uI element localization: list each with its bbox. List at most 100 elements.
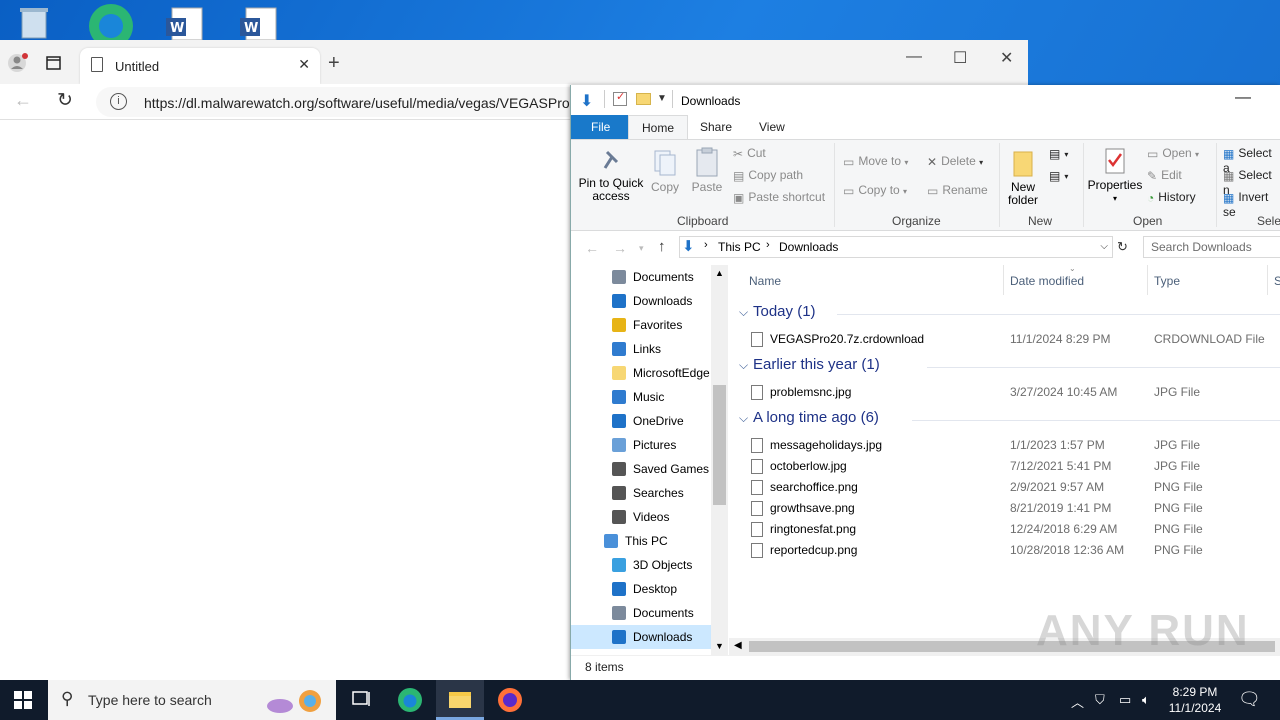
history-button[interactable]: ◔ History: [1147, 190, 1196, 205]
nav-item[interactable]: Saved Games: [571, 457, 711, 481]
tab-home[interactable]: Home: [628, 115, 689, 139]
new-folder-button[interactable]: New folder: [1003, 146, 1045, 207]
nav-scrollbar[interactable]: ▲ ▼: [711, 265, 728, 655]
file-explorer-taskbar-icon[interactable]: [436, 680, 484, 720]
nav-item[interactable]: Videos: [571, 505, 711, 529]
volume-icon[interactable]: 🔈︎: [1142, 692, 1150, 708]
close-tab-icon[interactable]: ✕: [298, 56, 310, 73]
refresh-icon[interactable]: ↻: [57, 89, 73, 112]
collapse-chevron-icon[interactable]: ⌵: [739, 358, 748, 373]
network-icon[interactable]: ▭: [1119, 692, 1131, 708]
url-text[interactable]: https://dl.malwarewatch.org/software/use…: [144, 95, 577, 111]
nav-item[interactable]: MicrosoftEdge: [571, 361, 711, 385]
open-button[interactable]: ▭ Open ▾: [1147, 146, 1199, 161]
address-path[interactable]: ⬇ › This PC › Downloads ⌵: [679, 236, 1113, 258]
file-row[interactable]: VEGASPro20.7z.crdownload 11/1/2024 8:29 P…: [729, 329, 1280, 350]
properties-qat-icon[interactable]: ✓: [613, 91, 627, 106]
column-size[interactable]: S: [1274, 274, 1280, 288]
file-row[interactable]: ringtonesfat.png 12/24/2018 6:29 AM PNG Fi…: [729, 519, 1280, 540]
file-row[interactable]: messageholidays.jpg 1/1/2023 1:57 PM JPG F…: [729, 435, 1280, 456]
copy-to-button[interactable]: ▭ Copy to ▾: [843, 183, 907, 198]
path-chevron-icon[interactable]: ›: [766, 239, 770, 251]
back-icon[interactable]: ←: [14, 90, 32, 111]
minimize-icon[interactable]: —: [906, 48, 922, 66]
rename-button[interactable]: ▭ Rename: [927, 183, 988, 198]
path-chevron-icon[interactable]: ›: [704, 239, 708, 251]
refresh-icon[interactable]: ↻: [1117, 239, 1128, 255]
maximize-icon[interactable]: ☐: [953, 48, 967, 68]
move-to-button[interactable]: ▭ Move to ▾: [843, 154, 908, 169]
search-highlight-icon[interactable]: [262, 686, 326, 719]
edit-button[interactable]: ✎ Edit: [1147, 168, 1182, 183]
show-hidden-icons-icon[interactable]: ︿: [1071, 692, 1084, 711]
new-folder-qat-icon[interactable]: [636, 93, 651, 105]
nav-item[interactable]: 3D Objects: [571, 553, 711, 577]
scroll-up-icon[interactable]: ▲: [715, 268, 724, 278]
easy-access-button[interactable]: ▤ ▾: [1049, 168, 1068, 183]
path-dropdown-icon[interactable]: ⌵: [1100, 241, 1108, 252]
task-view-icon[interactable]: [336, 680, 384, 720]
up-icon[interactable]: ↑: [658, 238, 666, 255]
clock[interactable]: 8:29 PM 11/1/2024: [1163, 684, 1227, 716]
start-windows-icon[interactable]: [14, 691, 32, 712]
properties-button[interactable]: Properties ▾: [1085, 146, 1145, 205]
recent-locations-icon[interactable]: ▾: [639, 243, 644, 254]
notifications-icon[interactable]: 🗨︎: [1238, 689, 1261, 710]
nav-item[interactable]: Documents: [571, 265, 711, 289]
collapse-chevron-icon[interactable]: ⌵: [739, 411, 748, 426]
minimize-icon[interactable]: —: [1235, 89, 1251, 107]
taskbar-search-box[interactable]: ⚲ Type here to search: [48, 680, 336, 720]
tab-share[interactable]: Share: [687, 115, 745, 139]
tab-file[interactable]: File: [571, 115, 628, 139]
nav-item[interactable]: Music: [571, 385, 711, 409]
nav-item[interactable]: Desktop: [571, 577, 711, 601]
close-icon[interactable]: ✕: [1000, 48, 1013, 68]
breadcrumb-this-pc[interactable]: This PC: [718, 240, 761, 254]
word-document-icon[interactable]: W: [236, 0, 286, 41]
collapse-chevron-icon[interactable]: ⌵: [739, 305, 748, 320]
file-row[interactable]: reportedcup.png 10/28/2018 12:36 AM PNG Fi…: [729, 540, 1280, 561]
copy-button[interactable]: Copy: [647, 148, 683, 194]
nav-item[interactable]: Links: [571, 337, 711, 361]
word-document-icon[interactable]: W: [162, 0, 212, 41]
info-icon[interactable]: i: [110, 93, 127, 110]
tab-actions-icon[interactable]: [46, 55, 62, 74]
tab-view[interactable]: View: [746, 115, 798, 139]
nav-scroll-thumb[interactable]: [713, 385, 726, 505]
nav-item[interactable]: Pictures: [571, 433, 711, 457]
back-icon[interactable]: ←: [585, 240, 599, 256]
pin-to-quick-access-button[interactable]: Pin to Quick access: [577, 148, 645, 203]
nav-item[interactable]: Downloads: [571, 625, 711, 649]
file-row[interactable]: octoberlow.jpg 7/12/2021 5:41 PM JPG File: [729, 456, 1280, 477]
scroll-left-icon[interactable]: ◀: [734, 640, 742, 651]
search-input[interactable]: Search Downloads: [1143, 236, 1280, 258]
paste-shortcut-button[interactable]: ▣ Paste shortcut: [733, 190, 825, 205]
column-name[interactable]: Name: [749, 274, 781, 288]
forward-icon[interactable]: →: [613, 240, 627, 256]
new-item-button[interactable]: ▤ ▾: [1049, 146, 1068, 161]
nav-item[interactable]: OneDrive: [571, 409, 711, 433]
nav-item[interactable]: Searches: [571, 481, 711, 505]
file-row[interactable]: problemsnc.jpg 3/27/2024 10:45 AM JPG File: [729, 382, 1280, 403]
edge-taskbar-icon[interactable]: [386, 680, 434, 720]
nav-item[interactable]: Documents: [571, 601, 711, 625]
edge-desktop-icon[interactable]: [86, 0, 136, 48]
column-type[interactable]: Type: [1154, 274, 1180, 288]
cut-button[interactable]: ✂ Cut: [733, 146, 766, 161]
recycle-bin-icon[interactable]: [12, 0, 62, 40]
delete-button[interactable]: ✕ Delete ▾: [927, 154, 983, 169]
scroll-down-icon[interactable]: ▼: [715, 641, 724, 651]
paste-button[interactable]: Paste: [687, 146, 727, 194]
profile-icon[interactable]: [7, 52, 29, 77]
copy-path-button[interactable]: ▤ Copy path: [733, 168, 803, 183]
breadcrumb-downloads[interactable]: Downloads: [779, 240, 838, 254]
firefox-taskbar-icon[interactable]: [486, 680, 534, 720]
file-row[interactable]: searchoffice.png 2/9/2021 9:57 AM PNG File: [729, 477, 1280, 498]
new-tab-icon[interactable]: +: [328, 52, 340, 75]
customize-qat-icon[interactable]: ▼: [657, 93, 667, 104]
browser-tab[interactable]: Untitled ✕: [80, 48, 320, 84]
nav-item[interactable]: This PC: [571, 529, 711, 553]
file-row[interactable]: growthsave.png 8/21/2019 1:41 PM PNG File: [729, 498, 1280, 519]
column-date-modified[interactable]: Date modified: [1010, 274, 1084, 288]
security-tray-icon[interactable]: ⛉: [1095, 692, 1105, 708]
